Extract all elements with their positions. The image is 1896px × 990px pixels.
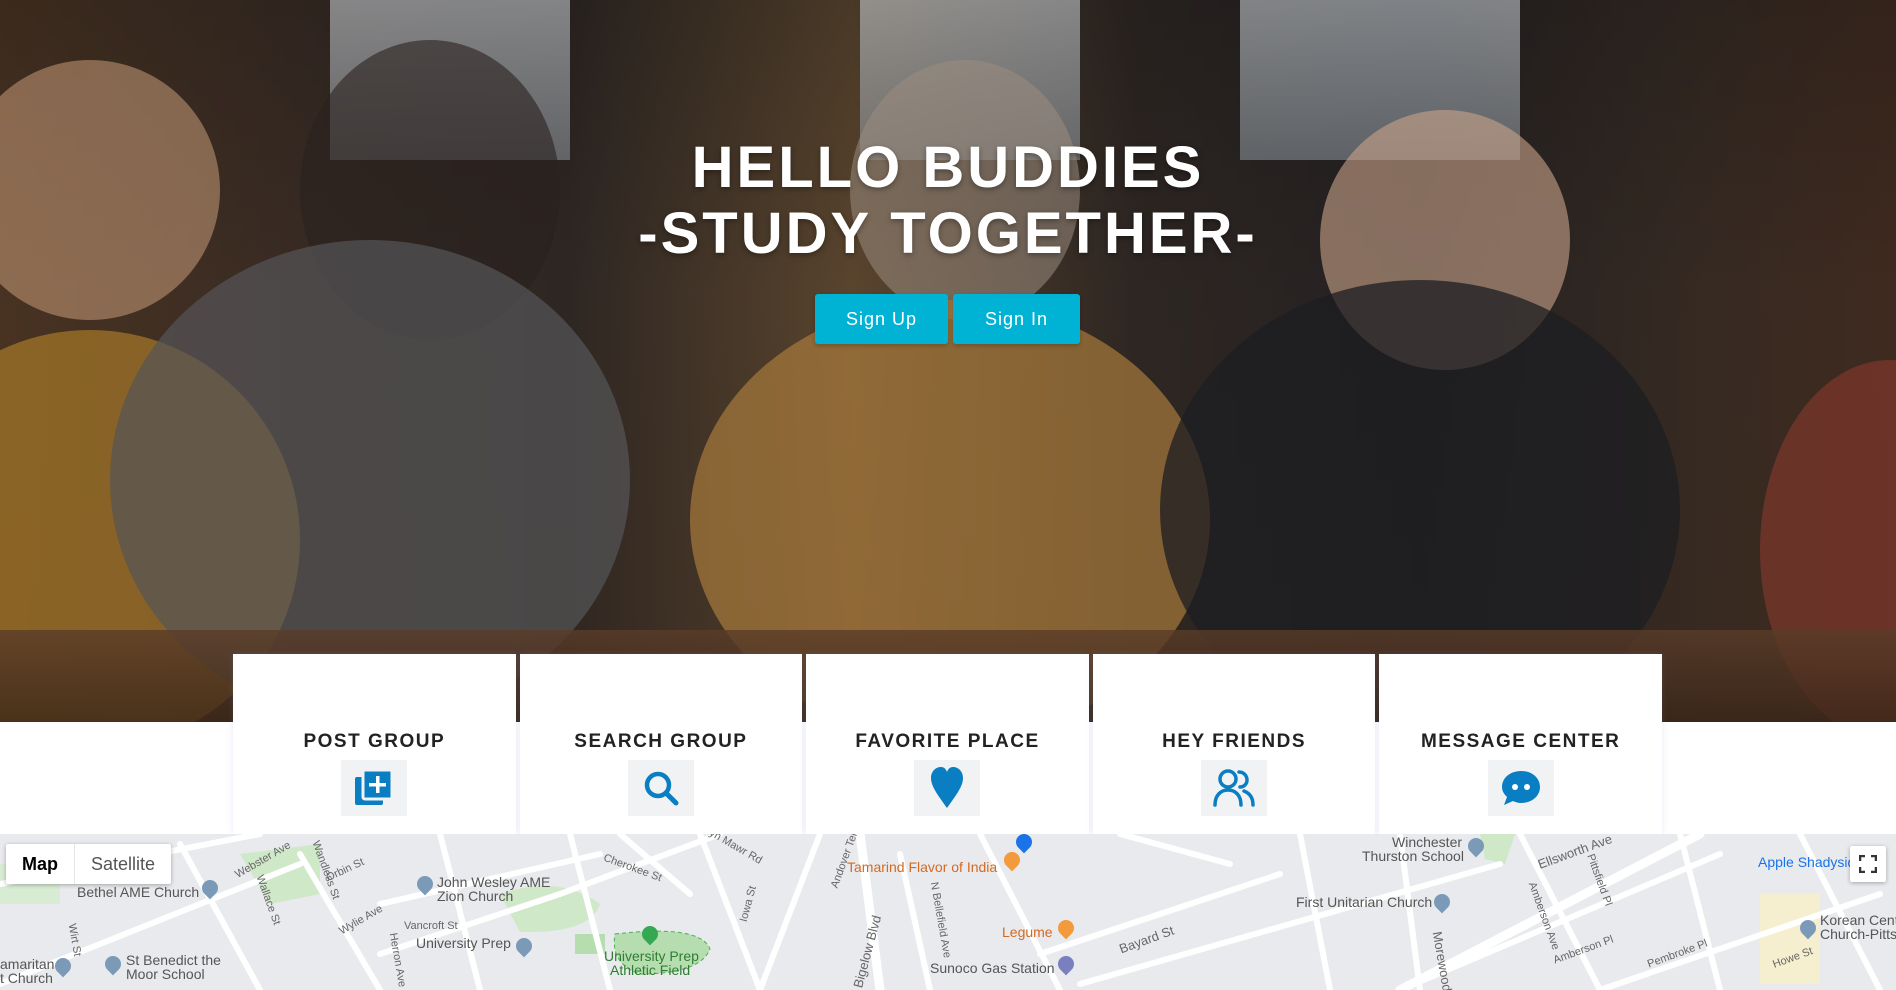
map-type-satellite-button[interactable]: Satellite: [74, 844, 171, 884]
map-place-label: Moor School: [126, 966, 205, 982]
map-place-label: Athletic Field: [610, 962, 691, 978]
map-place-label: First Unitarian Church: [1296, 894, 1433, 910]
map-place-label: Sunoco Gas Station: [930, 960, 1055, 976]
feature-card-favorite-place[interactable]: FAVORITE PLACE: [806, 654, 1089, 834]
hero-title-line2: -STUDY TOGETHER-: [638, 201, 1258, 266]
chat-bubble-icon: [1487, 760, 1554, 816]
map-place-label: Bethel AME Church: [77, 884, 200, 900]
hero-banner: HELLO BUDDIES -STUDY TOGETHER- Sign Up S…: [0, 0, 1896, 722]
map-place-label: Thurston School: [1362, 848, 1464, 864]
people-icon: [1201, 760, 1268, 816]
map-place-label: Tamarind Flavor of India: [847, 859, 998, 875]
feature-card-label: POST GROUP: [303, 731, 446, 752]
feature-card-hey-friends[interactable]: HEY FRIENDS: [1092, 654, 1376, 834]
map-place-label: Zion Church: [437, 888, 514, 904]
feature-card-label: SEARCH GROUP: [574, 731, 748, 752]
hero-title-line1: HELLO BUDDIES: [691, 135, 1205, 200]
map-type-map-button[interactable]: Map: [6, 844, 74, 884]
sign-up-button[interactable]: Sign Up: [815, 294, 948, 344]
map-place-label: Church-Pitts: [1820, 926, 1896, 942]
road-label: Vancroft St: [404, 920, 458, 932]
fullscreen-icon: [1859, 855, 1877, 873]
feature-card-label: HEY FRIENDS: [1162, 731, 1307, 752]
search-icon: [627, 760, 694, 816]
add-box-icon: [341, 760, 408, 816]
feature-card-label: FAVORITE PLACE: [855, 731, 1040, 752]
map-place-label: Apple Shadysid: [1758, 854, 1856, 870]
fullscreen-button[interactable]: [1850, 846, 1886, 882]
map-type-control: Map Satellite: [6, 844, 172, 884]
feature-card-message-center[interactable]: MESSAGE CENTER: [1379, 654, 1662, 834]
map-place-label: Legume: [1002, 924, 1053, 940]
map-place-label: University Prep: [416, 935, 511, 951]
heart-icon: [914, 760, 981, 816]
feature-cards: POST GROUP SEARCH GROUP FAVORITE PLACE H…: [233, 654, 1662, 834]
feature-card-search-group[interactable]: SEARCH GROUP: [519, 654, 803, 834]
feature-card-post-group[interactable]: POST GROUP: [233, 654, 516, 834]
feature-card-label: MESSAGE CENTER: [1420, 731, 1621, 752]
map-view[interactable]: Bethel AME Church John Wesley AME Zion C…: [0, 834, 1896, 990]
sign-in-button[interactable]: Sign In: [953, 294, 1080, 344]
map-place-label: t Church: [0, 970, 53, 986]
